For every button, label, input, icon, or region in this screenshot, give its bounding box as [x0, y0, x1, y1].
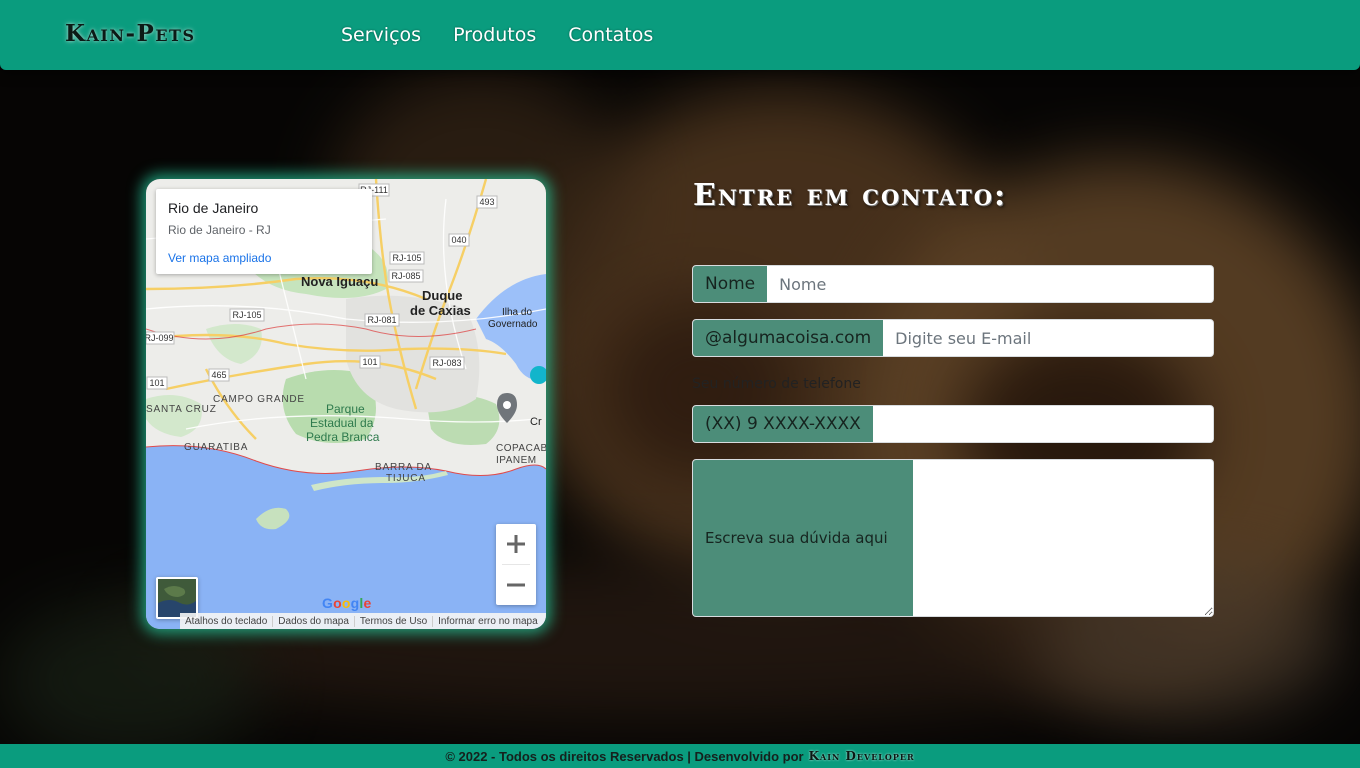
- message-input-group: Escreva sua dúvida aqui: [692, 459, 1214, 617]
- map-label: Governado: [488, 319, 538, 330]
- name-input[interactable]: [767, 266, 1213, 302]
- road-shield: RJ-083: [432, 358, 461, 368]
- terms-link[interactable]: Termos de Uso: [355, 615, 434, 627]
- name-addon: Nome: [693, 266, 768, 302]
- map-data-link[interactable]: Dados do mapa: [273, 615, 355, 627]
- nav-link-produtos[interactable]: Produtos: [453, 24, 536, 46]
- road-shield: 101: [362, 357, 377, 367]
- phone-label: Seu número de telefone: [692, 376, 861, 392]
- zoom-controls: [496, 524, 536, 605]
- zoom-out-button[interactable]: [496, 565, 536, 605]
- copyright-text: © 2022 - Todos os direitos Reservados | …: [445, 748, 804, 764]
- road-shield: 465: [211, 370, 226, 380]
- contact-title: Entre em contato:: [693, 178, 1008, 213]
- road-shield: RJ-099: [146, 333, 174, 343]
- map-label: Duque: [422, 288, 462, 303]
- phone-addon: (XX) 9 XXXX-XXXX: [693, 406, 873, 442]
- map-label: SANTA CRUZ: [146, 404, 217, 415]
- map-label: de Caxias: [410, 303, 471, 318]
- map-label: TIJUCA: [386, 473, 426, 484]
- map-label: GUARATIBA: [184, 442, 248, 453]
- name-input-group: Nome: [692, 265, 1214, 303]
- minus-icon: [507, 583, 525, 587]
- plus-icon: [507, 535, 525, 553]
- phone-input[interactable]: [872, 406, 1213, 442]
- email-input-group: @algumacoisa.com: [692, 319, 1214, 357]
- google-logo: Google: [322, 595, 372, 611]
- map-embed[interactable]: RJ-111 493 040 RJ-105 RJ-085 RJ-105 RJ-0…: [146, 179, 546, 629]
- map-attribution-bar: Atalhos do teclado Dados do mapa Termos …: [180, 613, 546, 629]
- email-addon: @algumacoisa.com: [693, 320, 884, 356]
- zoom-in-button[interactable]: [496, 524, 536, 564]
- page-footer: © 2022 - Todos os direitos Reservados | …: [0, 744, 1360, 768]
- map-label: COPACAB: [496, 443, 546, 454]
- satellite-thumbnail-icon: [158, 579, 196, 617]
- map-label: Cr: [530, 416, 542, 428]
- top-navbar: Kain-Pets Serviços Produtos Contatos: [0, 0, 1360, 70]
- message-textarea[interactable]: [913, 460, 1213, 616]
- place-info-card: Rio de Janeiro Rio de Janeiro - RJ Ver m…: [156, 189, 372, 274]
- road-shield: 040: [451, 235, 466, 245]
- message-addon: Escreva sua dúvida aqui: [693, 460, 913, 616]
- map-label: Parque: [326, 402, 365, 416]
- main-nav: Serviços Produtos Contatos: [341, 24, 653, 46]
- developer-name: Kain Developer: [808, 749, 915, 763]
- report-error-link[interactable]: Informar erro no mapa: [433, 616, 543, 627]
- place-subtitle: Rio de Janeiro - RJ: [168, 223, 271, 237]
- enlarge-map-link[interactable]: Ver mapa ampliado: [168, 251, 271, 265]
- phone-input-group: (XX) 9 XXXX-XXXX: [692, 405, 1214, 443]
- map-label: Estadual da: [310, 416, 374, 430]
- map-label: Nova Iguaçu: [301, 274, 378, 289]
- nav-link-contatos[interactable]: Contatos: [568, 24, 653, 46]
- road-shield: RJ-081: [367, 315, 396, 325]
- place-title: Rio de Janeiro: [168, 200, 259, 216]
- map-label: CAMPO GRANDE: [213, 394, 305, 405]
- road-shield: RJ-085: [391, 271, 420, 281]
- road-shield: RJ-105: [392, 253, 421, 263]
- map-label: Ilha do: [502, 307, 532, 318]
- road-shield: 493: [479, 197, 494, 207]
- brand-logo[interactable]: Kain-Pets: [65, 20, 196, 47]
- map-label: Pedra Branca: [306, 430, 380, 444]
- nav-link-servicos[interactable]: Serviços: [341, 24, 421, 46]
- road-shield: 101: [149, 378, 164, 388]
- map-label: IPANEM: [496, 455, 537, 466]
- road-shield: RJ-105: [232, 310, 261, 320]
- email-input[interactable]: [883, 320, 1213, 356]
- keyboard-shortcuts-link[interactable]: Atalhos do teclado: [180, 615, 274, 627]
- map-label: BARRA DA: [375, 462, 432, 473]
